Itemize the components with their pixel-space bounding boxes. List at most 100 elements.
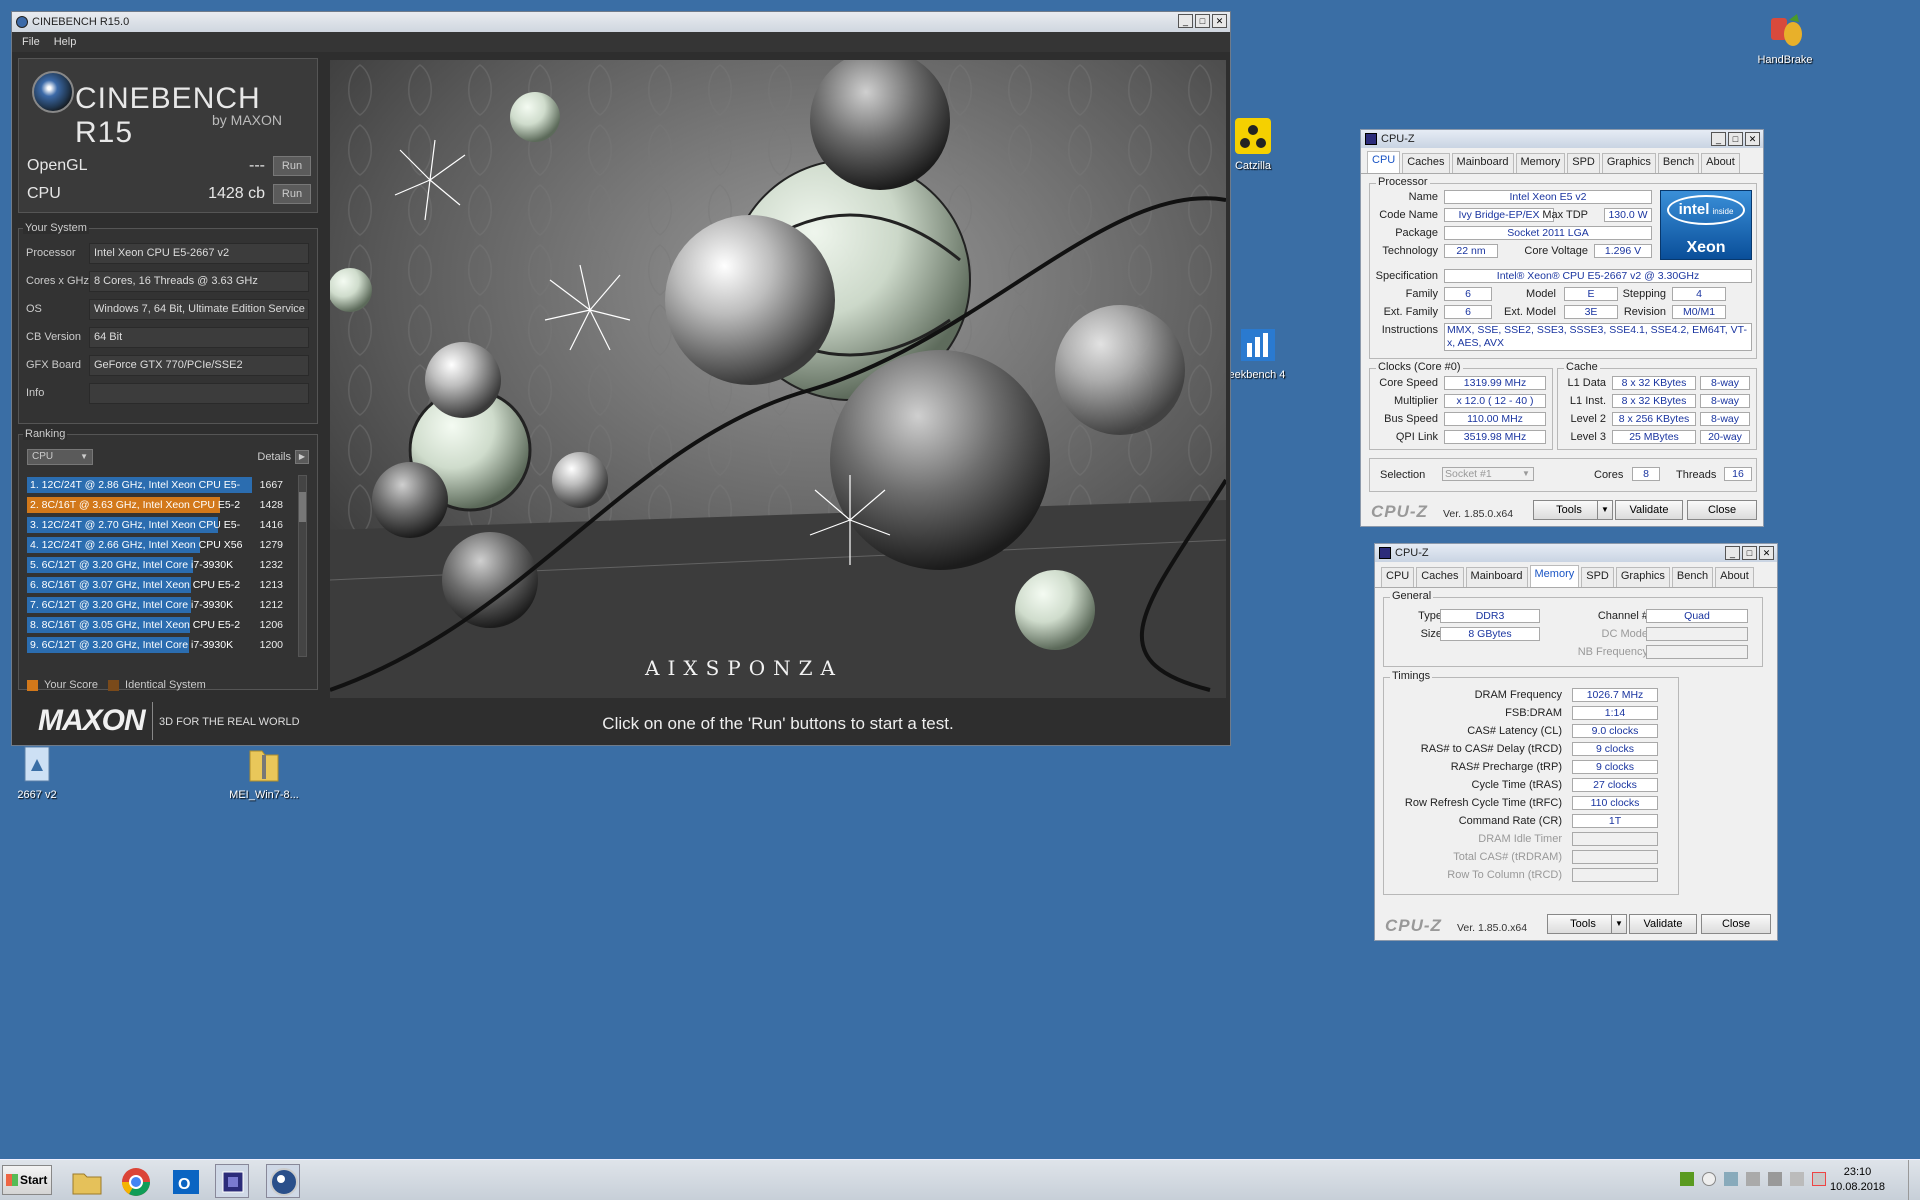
system-value[interactable] [89, 382, 309, 404]
threads-field: 16 [1724, 467, 1752, 481]
tools-button[interactable]: Tools [1547, 914, 1619, 934]
system-value: GeForce GTX 770/PCIe/SSE2 [89, 354, 309, 376]
ranking-row[interactable]: 4. 12C/24T @ 2.66 GHz, Intel Xeon CPU X5… [27, 537, 289, 553]
selection-group: Selection Socket #1 ▼ Cores 8 Threads 16 [1369, 458, 1757, 492]
tab-bench[interactable]: Bench [1657, 153, 1700, 173]
menu-help[interactable]: Help [54, 36, 77, 48]
cinebench-title-icon [16, 16, 28, 28]
outlook-icon: O [173, 1170, 199, 1194]
tools-dropdown[interactable]: ▼ [1611, 914, 1627, 934]
monitor-tray-icon[interactable] [1746, 1172, 1760, 1186]
show-desktop-button[interactable] [1908, 1160, 1920, 1200]
menu-file[interactable]: File [22, 36, 40, 48]
selection-select[interactable]: Socket #1 [1442, 467, 1534, 481]
close-window-button[interactable]: Close [1701, 914, 1771, 934]
tab-memory[interactable]: Memory [1529, 565, 1580, 587]
timing-value: 9.0 clocks [1572, 724, 1658, 738]
legend-your-score: Your Score [44, 679, 99, 691]
taskbar-cinebench[interactable] [266, 1164, 300, 1198]
clock[interactable]: 23:10 10.08.2018 [1830, 1165, 1885, 1195]
cpuz-brand: CPU-Z [1371, 502, 1428, 521]
clock-time: 23:10 [1843, 1166, 1872, 1178]
taskbar-cpuz[interactable] [215, 1164, 249, 1198]
threads-label: Threads [1676, 469, 1717, 481]
maximize-button[interactable]: □ [1195, 14, 1210, 28]
ranking-row[interactable]: 9. 6C/12T @ 3.20 GHz, Intel Core i7-3930… [27, 637, 289, 653]
details-label: Details [257, 451, 291, 463]
dcmode-label: DC Mode [1601, 628, 1648, 640]
ranking-title: Ranking [23, 428, 68, 440]
tab-mainboard[interactable]: Mainboard [1465, 567, 1528, 587]
tab-about[interactable]: About [1715, 567, 1754, 587]
cinebench-titlebar[interactable]: CINEBENCH R15.0 _ □ ✕ [12, 12, 1230, 32]
desktop-icon-mei[interactable]: MEI_Win7-8... [219, 745, 309, 801]
tab-graphics[interactable]: Graphics [1601, 153, 1656, 173]
usb-tray-icon[interactable] [1768, 1172, 1782, 1186]
tab-bench[interactable]: Bench [1671, 567, 1714, 587]
minimize-button[interactable]: _ [1178, 14, 1193, 28]
cloud-tray-icon[interactable] [1702, 1172, 1716, 1186]
volume-tray-icon[interactable] [1790, 1172, 1804, 1186]
tab-spd[interactable]: SPD [1567, 153, 1600, 173]
cpuz-tabs: CPU Caches Mainboard Memory SPD Graphics… [1375, 562, 1777, 588]
nvidia-tray-icon[interactable] [1680, 1172, 1694, 1186]
window-title: CPU-Z [1381, 133, 1415, 145]
ranking-scrollbar[interactable] [298, 475, 307, 657]
desktop-icon-handbrake[interactable]: HandBrake [1740, 10, 1830, 66]
run-cpu-button[interactable]: Run [273, 184, 311, 204]
ranking-row[interactable]: 3. 12C/24T @ 2.70 GHz, Intel Xeon CPU E5… [27, 517, 289, 533]
ranking-score: 1416 [259, 519, 283, 531]
details-toggle[interactable]: Details ▶ [257, 450, 309, 464]
taskbar-outlook[interactable]: O [168, 1164, 202, 1198]
maximize-button[interactable]: □ [1742, 546, 1757, 560]
intel-wordmark: intel [1678, 201, 1710, 218]
tab-caches[interactable]: Caches [1416, 567, 1464, 587]
validate-button[interactable]: Validate [1629, 914, 1697, 934]
cpuz-titlebar[interactable]: CPU-Z _ □ ✕ [1375, 544, 1777, 562]
l1-inst-way: 8-way [1700, 394, 1750, 408]
tab-mainboard[interactable]: Mainboard [1451, 153, 1514, 173]
close-button[interactable]: ✕ [1212, 14, 1227, 28]
start-label: Start [20, 1173, 48, 1187]
tab-caches[interactable]: Caches [1402, 153, 1450, 173]
cpuz-titlebar[interactable]: CPU-Z _ □ ✕ [1361, 130, 1763, 148]
tab-cpu[interactable]: CPU [1367, 151, 1401, 173]
close-window-button[interactable]: Close [1687, 500, 1757, 520]
window-title: CINEBENCH R15.0 [32, 16, 130, 28]
flag-tray-icon[interactable] [1812, 1172, 1826, 1186]
tab-about[interactable]: About [1701, 153, 1740, 173]
ranking-row[interactable]: 5. 6C/12T @ 3.20 GHz, Intel Core i7-3930… [27, 557, 289, 573]
close-button[interactable]: ✕ [1745, 132, 1760, 146]
maximize-button[interactable]: □ [1728, 132, 1743, 146]
scrollbar-thumb[interactable] [299, 492, 306, 522]
selection-label: Selection [1380, 469, 1426, 481]
tools-label: Tools [1570, 918, 1596, 930]
close-button[interactable]: ✕ [1759, 546, 1774, 560]
ranking-row[interactable]: 1. 12C/24T @ 2.86 GHz, Intel Xeon CPU E5… [27, 477, 289, 493]
validate-button[interactable]: Validate [1615, 500, 1683, 520]
run-opengl-button[interactable]: Run [273, 156, 311, 176]
ranking-row[interactable]: 8. 8C/16T @ 3.05 GHz, Intel Xeon CPU E5-… [27, 617, 289, 633]
ranking-row[interactable]: 6. 8C/16T @ 3.07 GHz, Intel Xeon CPU E5-… [27, 577, 289, 593]
tab-cpu[interactable]: CPU [1381, 567, 1415, 587]
tools-button[interactable]: Tools [1533, 500, 1605, 520]
minimize-button[interactable]: _ [1725, 546, 1740, 560]
ranking-row[interactable]: 2. 8C/16T @ 3.63 GHz, Intel Xeon CPU E5-… [27, 497, 289, 513]
minimize-button[interactable]: _ [1711, 132, 1726, 146]
tab-memory[interactable]: Memory [1515, 153, 1566, 173]
ranking-legend: Your Score Identical System [27, 679, 206, 691]
taskbar-chrome[interactable] [118, 1164, 152, 1198]
start-button[interactable]: Start [2, 1165, 52, 1195]
l1-data-way: 8-way [1700, 376, 1750, 390]
taskbar-explorer[interactable] [69, 1164, 103, 1198]
network-tray-icon[interactable] [1724, 1172, 1738, 1186]
desktop-icon-2667v2[interactable]: 2667 v2 [0, 745, 82, 801]
tools-dropdown[interactable]: ▼ [1597, 500, 1613, 520]
system-key: OS [26, 303, 42, 315]
ranking-row[interactable]: 7. 6C/12T @ 3.20 GHz, Intel Core i7-3930… [27, 597, 289, 613]
geekbench-icon [1237, 325, 1277, 365]
ranking-select[interactable]: CPU ▼ [27, 449, 93, 465]
tab-spd[interactable]: SPD [1581, 567, 1614, 587]
tab-graphics[interactable]: Graphics [1615, 567, 1670, 587]
cinebench-icon [270, 1168, 298, 1196]
